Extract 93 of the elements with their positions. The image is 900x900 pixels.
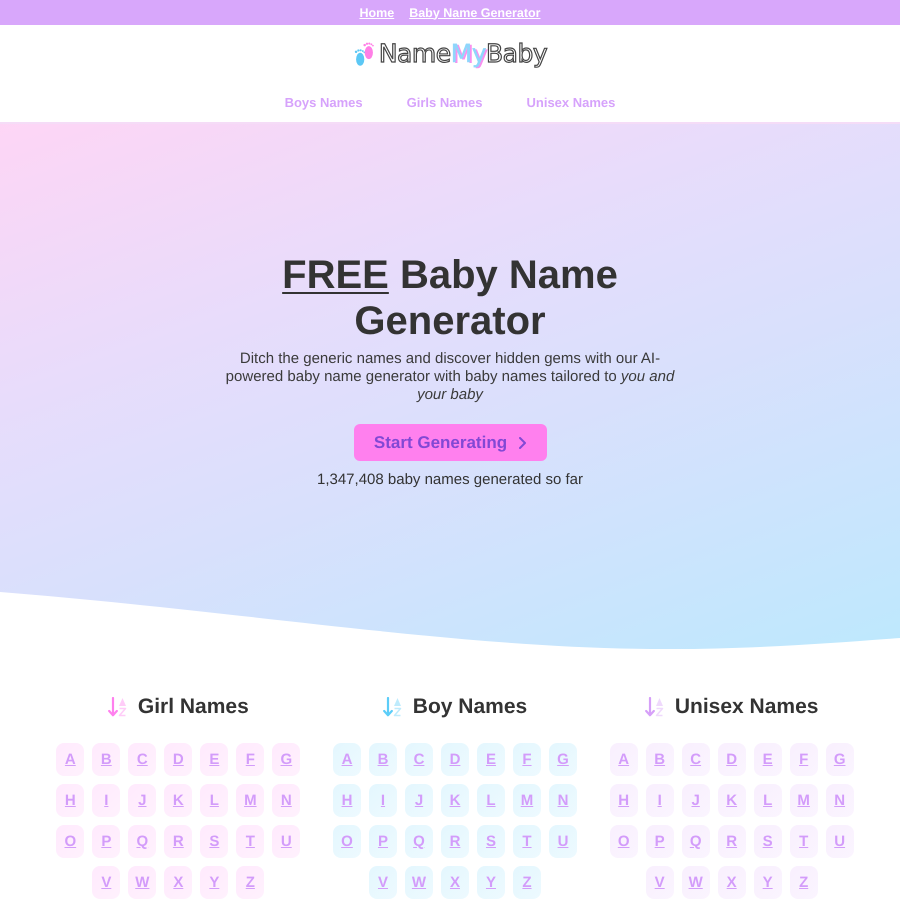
letter-link[interactable]: L: [754, 784, 782, 817]
letter-link[interactable]: G: [272, 743, 300, 776]
letter-link[interactable]: I: [368, 784, 397, 817]
letter-link[interactable]: D: [718, 743, 746, 776]
letter-link[interactable]: S: [476, 825, 505, 858]
letter-link[interactable]: R: [440, 825, 469, 858]
section-title: Unisex Names: [674, 694, 818, 720]
letter-link[interactable]: X: [440, 866, 469, 899]
hero-description: Ditch the generic names and discover hidden gems with our AI-powered baby name generator with baby names tailored to you and your baby: [224, 350, 676, 404]
generated-counter: 1,347,408 baby names generated so far: [316, 470, 584, 490]
letter-link[interactable]: H: [610, 784, 638, 817]
letter-link[interactable]: W: [128, 866, 156, 899]
letter-link[interactable]: N: [826, 784, 854, 817]
letter-link[interactable]: T: [790, 825, 818, 858]
letter-link[interactable]: K: [440, 784, 469, 817]
letter-link[interactable]: J: [682, 784, 710, 817]
hero-title: FREE Baby Name Generator: [281, 252, 619, 344]
breadcrumb-link[interactable]: Baby Name Generator: [409, 4, 541, 20]
letter-link[interactable]: Q: [128, 825, 156, 858]
letter-link[interactable]: M: [790, 784, 818, 817]
letter-link[interactable]: J: [128, 784, 156, 817]
letter-link[interactable]: O: [56, 825, 84, 858]
letter-link[interactable]: X: [164, 866, 192, 899]
letter-link[interactable]: R: [164, 825, 192, 858]
chevron-icon: [519, 436, 526, 448]
letter-link[interactable]: R: [718, 825, 746, 858]
letter-link[interactable]: M: [236, 784, 264, 817]
start-generating-button[interactable]: Start Generating: [354, 424, 546, 461]
letter-link[interactable]: L: [476, 784, 505, 817]
letter-link[interactable]: O: [332, 825, 361, 858]
letter-link[interactable]: O: [610, 825, 638, 858]
letter-link[interactable]: M: [512, 784, 541, 817]
letter-link[interactable]: L: [200, 784, 228, 817]
nav-link[interactable]: Girls Names: [406, 93, 483, 113]
letter-link[interactable]: P: [646, 825, 674, 858]
nav-link[interactable]: Unisex Names: [526, 93, 616, 113]
letter-link[interactable]: F: [790, 743, 818, 776]
letter-link[interactable]: Y: [200, 866, 228, 899]
letter-link[interactable]: I: [92, 784, 120, 817]
letter-link[interactable]: Z: [512, 866, 541, 899]
letter-link[interactable]: H: [332, 784, 361, 817]
letter-link[interactable]: E: [476, 743, 505, 776]
letter-link[interactable]: U: [826, 825, 854, 858]
letter-link[interactable]: K: [718, 784, 746, 817]
letter-link[interactable]: E: [754, 743, 782, 776]
logo-text[interactable]: NameMyBaby: [378, 38, 548, 70]
letter-link[interactable]: D: [164, 743, 192, 776]
letter-link[interactable]: S: [200, 825, 228, 858]
letter-link[interactable]: T: [512, 825, 541, 858]
letter-link[interactable]: K: [164, 784, 192, 817]
letter-link[interactable]: A: [332, 743, 361, 776]
letter-link[interactable]: C: [404, 743, 433, 776]
letter-link[interactable]: G: [548, 743, 577, 776]
letter-link[interactable]: Q: [404, 825, 433, 858]
breadcrumb-link[interactable]: Home: [359, 4, 394, 20]
letter-link[interactable]: A: [56, 743, 84, 776]
letter-link[interactable]: C: [128, 743, 156, 776]
letter-link[interactable]: F: [236, 743, 264, 776]
letter-link[interactable]: J: [404, 784, 433, 817]
letter-link[interactable]: F: [512, 743, 541, 776]
letter-link[interactable]: G: [826, 743, 854, 776]
letter-link[interactable]: C: [682, 743, 710, 776]
letter-link[interactable]: B: [368, 743, 397, 776]
nav-link[interactable]: Boys Names: [284, 93, 363, 113]
letter-link[interactable]: P: [368, 825, 397, 858]
letter-link[interactable]: X: [718, 866, 746, 899]
feet-icon: [352, 40, 376, 68]
letter-link[interactable]: B: [646, 743, 674, 776]
letter-link[interactable]: Y: [476, 866, 505, 899]
letter-link[interactable]: S: [754, 825, 782, 858]
letter-link[interactable]: Y: [754, 866, 782, 899]
letter-link[interactable]: V: [368, 866, 397, 899]
letter-link[interactable]: Z: [236, 866, 264, 899]
letter-link[interactable]: E: [200, 743, 228, 776]
letter-link[interactable]: H: [56, 784, 84, 817]
letter-link[interactable]: V: [646, 866, 674, 899]
letter-link[interactable]: U: [272, 825, 300, 858]
letter-link[interactable]: N: [272, 784, 300, 817]
letter-link[interactable]: P: [92, 825, 120, 858]
letter-link[interactable]: T: [236, 825, 264, 858]
section-title: Girl Names: [138, 694, 249, 720]
letter-link[interactable]: W: [404, 866, 433, 899]
letter-link[interactable]: D: [440, 743, 469, 776]
letter-link[interactable]: U: [548, 825, 577, 858]
letter-link[interactable]: N: [548, 784, 577, 817]
letter-link[interactable]: B: [92, 743, 120, 776]
section-title: Boy Names: [412, 694, 528, 720]
letter-link[interactable]: Z: [790, 866, 818, 899]
letter-link[interactable]: W: [682, 866, 710, 899]
letter-link[interactable]: Q: [682, 825, 710, 858]
letter-link[interactable]: V: [92, 866, 120, 899]
letter-link[interactable]: A: [610, 743, 638, 776]
letter-link[interactable]: I: [646, 784, 674, 817]
